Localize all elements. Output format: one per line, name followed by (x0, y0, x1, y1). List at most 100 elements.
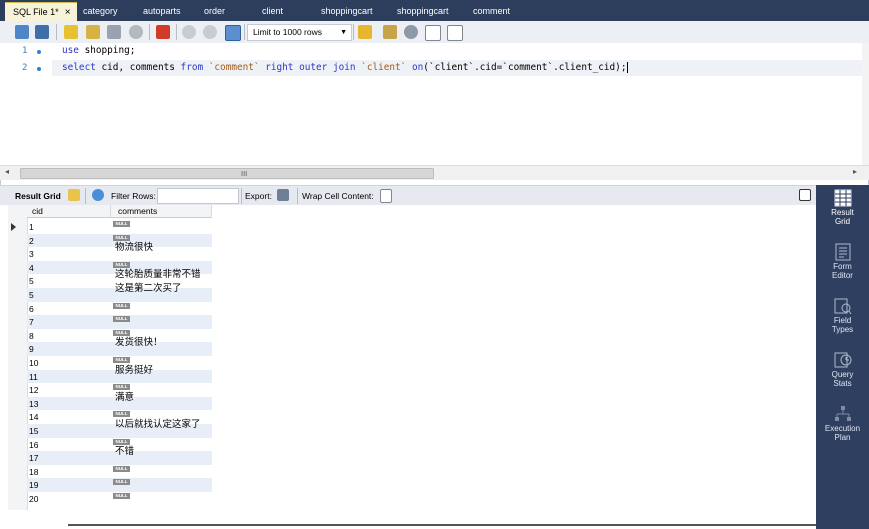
cell-cid[interactable]: 9 (29, 344, 34, 354)
field-types-icon (834, 298, 851, 315)
table-row[interactable]: 11 服务挺好 (27, 365, 212, 384)
cell-cid[interactable]: 5 (29, 290, 34, 300)
null-badge[interactable]: NULL (113, 479, 130, 486)
cell-comment[interactable]: 满意 (115, 389, 134, 403)
grid-icon[interactable] (68, 189, 80, 201)
tab-close-icon[interactable]: × (65, 7, 71, 18)
cell-cid[interactable]: 19 (29, 480, 38, 490)
filter-rows-input[interactable] (157, 188, 239, 204)
find-replace-icon[interactable] (383, 25, 397, 39)
word-wrap-icon[interactable] (447, 25, 463, 41)
table-row[interactable]: 15 以后就找认定这家了 (27, 419, 212, 438)
side-query-stats[interactable]: Query Stats (816, 351, 869, 388)
editor-vertical-scrollbar[interactable] (862, 43, 869, 165)
search-icon[interactable] (404, 25, 418, 39)
table-row[interactable]: 1 NULL (27, 220, 212, 234)
grid-corner-header (8, 205, 28, 219)
table-row[interactable]: 20 NULL (27, 492, 212, 506)
null-badge[interactable]: NULL (113, 465, 130, 472)
separator (297, 188, 298, 204)
cell-comment[interactable]: 发货很快！ (115, 334, 163, 348)
invisible-chars-icon[interactable] (425, 25, 441, 41)
cell-cid[interactable]: 14 (29, 412, 38, 422)
execute-current-icon[interactable] (86, 25, 100, 39)
scrollbar-thumb[interactable]: III (20, 168, 434, 179)
cell-comment[interactable]: 以后就找认定这家了 (115, 416, 201, 430)
save-icon[interactable] (35, 25, 49, 39)
result-grid[interactable]: cid comments 1 NULL 2 NULL 3 物流很快 4 NULL 5 这轮胎质量非… (0, 205, 816, 529)
cell-cid[interactable]: 3 (29, 249, 34, 259)
cell-comment[interactable]: 这轮胎质量非常不错 (115, 266, 201, 280)
cell-cid[interactable]: 20 (29, 494, 38, 504)
table-row[interactable]: 17 不错 (27, 446, 212, 465)
cell-cid[interactable]: 15 (29, 426, 38, 436)
table-row[interactable]: 7 NULL (27, 315, 212, 329)
cell-cid[interactable]: 12 (29, 385, 38, 395)
beautify-icon[interactable] (358, 25, 372, 39)
code-line-2: select cid, comments from `comment` righ… (62, 62, 629, 73)
table-row[interactable]: 3 物流很快 (27, 242, 212, 261)
cell-comment[interactable]: 不错 (115, 443, 134, 457)
tab-category[interactable]: category (83, 2, 118, 21)
toggle-continue-icon[interactable] (156, 25, 170, 39)
execute-icon[interactable] (64, 25, 78, 39)
null-badge[interactable]: NULL (113, 493, 130, 499)
cell-cid[interactable]: 10 (29, 358, 38, 368)
limit-rows-select[interactable]: Limit to 1000 rows ▼ (247, 24, 352, 41)
tab-order[interactable]: order (204, 2, 225, 21)
cell-cid[interactable]: 18 (29, 467, 38, 477)
sql-editor[interactable]: 1 2 use shopping; select cid, comments f… (0, 43, 862, 165)
null-badge[interactable]: NULL (113, 221, 130, 227)
explain-icon[interactable] (107, 25, 121, 39)
table-row[interactable]: 9 发货很快！ (27, 337, 212, 356)
cell-comment[interactable]: 这是第二次买了 (115, 280, 182, 294)
table-row[interactable]: 13 满意 (27, 392, 212, 411)
cell-cid[interactable]: 16 (29, 440, 38, 450)
null-badge[interactable]: NULL (113, 302, 130, 309)
commit-icon[interactable] (182, 25, 196, 39)
cell-cid[interactable]: 13 (29, 399, 38, 409)
side-form-editor[interactable]: Form Editor (816, 243, 869, 280)
column-header-comments[interactable]: comments (111, 205, 212, 218)
refresh-icon[interactable] (92, 189, 104, 201)
cell-comment[interactable]: 物流很快 (115, 239, 153, 253)
cell-cid[interactable]: 7 (29, 317, 34, 327)
result-grid-icon (834, 189, 851, 207)
cell-cid[interactable]: 5 (29, 276, 34, 286)
stop-icon[interactable] (129, 25, 143, 39)
table-row[interactable]: 6 NULL (27, 302, 212, 316)
tab-comment[interactable]: comment (473, 2, 510, 21)
cell-cid[interactable]: 6 (29, 304, 34, 314)
table-row[interactable]: 5 这是第二次买了 (27, 283, 212, 302)
table-row[interactable]: 18 NULL (27, 465, 212, 479)
tab-shoppingcart[interactable]: shoppingcart (321, 2, 373, 21)
side-execution-plan[interactable]: Execution Plan (816, 405, 869, 442)
tab-autoparts[interactable]: autoparts (143, 2, 181, 21)
tab-client[interactable]: client (262, 2, 283, 21)
rollback-icon[interactable] (203, 25, 217, 39)
export-icon[interactable] (277, 189, 289, 201)
scroll-left-icon[interactable]: ◂ (5, 167, 9, 176)
cell-cid[interactable]: 11 (29, 372, 38, 382)
editor-horizontal-scrollbar[interactable]: ◂ III ▸ (0, 165, 869, 180)
cell-cid[interactable]: 4 (29, 263, 34, 273)
cell-cid[interactable]: 2 (29, 236, 34, 246)
tab-shoppingcart-2[interactable]: shoppingcart (397, 2, 449, 21)
column-header-cid[interactable]: cid (27, 205, 111, 218)
side-result-grid[interactable]: Result Grid (816, 189, 869, 226)
side-field-types[interactable]: Field Types (816, 297, 869, 334)
open-file-icon[interactable] (15, 25, 29, 39)
cell-cid[interactable]: 8 (29, 331, 34, 341)
scrollbar-grip: III (241, 170, 248, 178)
table-row[interactable]: 19 NULL (27, 478, 212, 492)
cell-cid[interactable]: 1 (29, 222, 34, 232)
null-badge[interactable]: NULL (113, 316, 130, 323)
toggle-panel-icon[interactable] (799, 189, 811, 201)
cell-cid[interactable]: 17 (29, 453, 38, 463)
tab-sql-file-1[interactable]: SQL File 1* × (5, 2, 77, 22)
form-editor-icon (835, 243, 850, 261)
cell-comment[interactable]: 服务挺好 (115, 362, 153, 376)
wrap-cell-icon[interactable] (380, 189, 392, 203)
autocommit-icon[interactable] (225, 25, 241, 41)
scroll-right-icon[interactable]: ▸ (853, 167, 857, 176)
